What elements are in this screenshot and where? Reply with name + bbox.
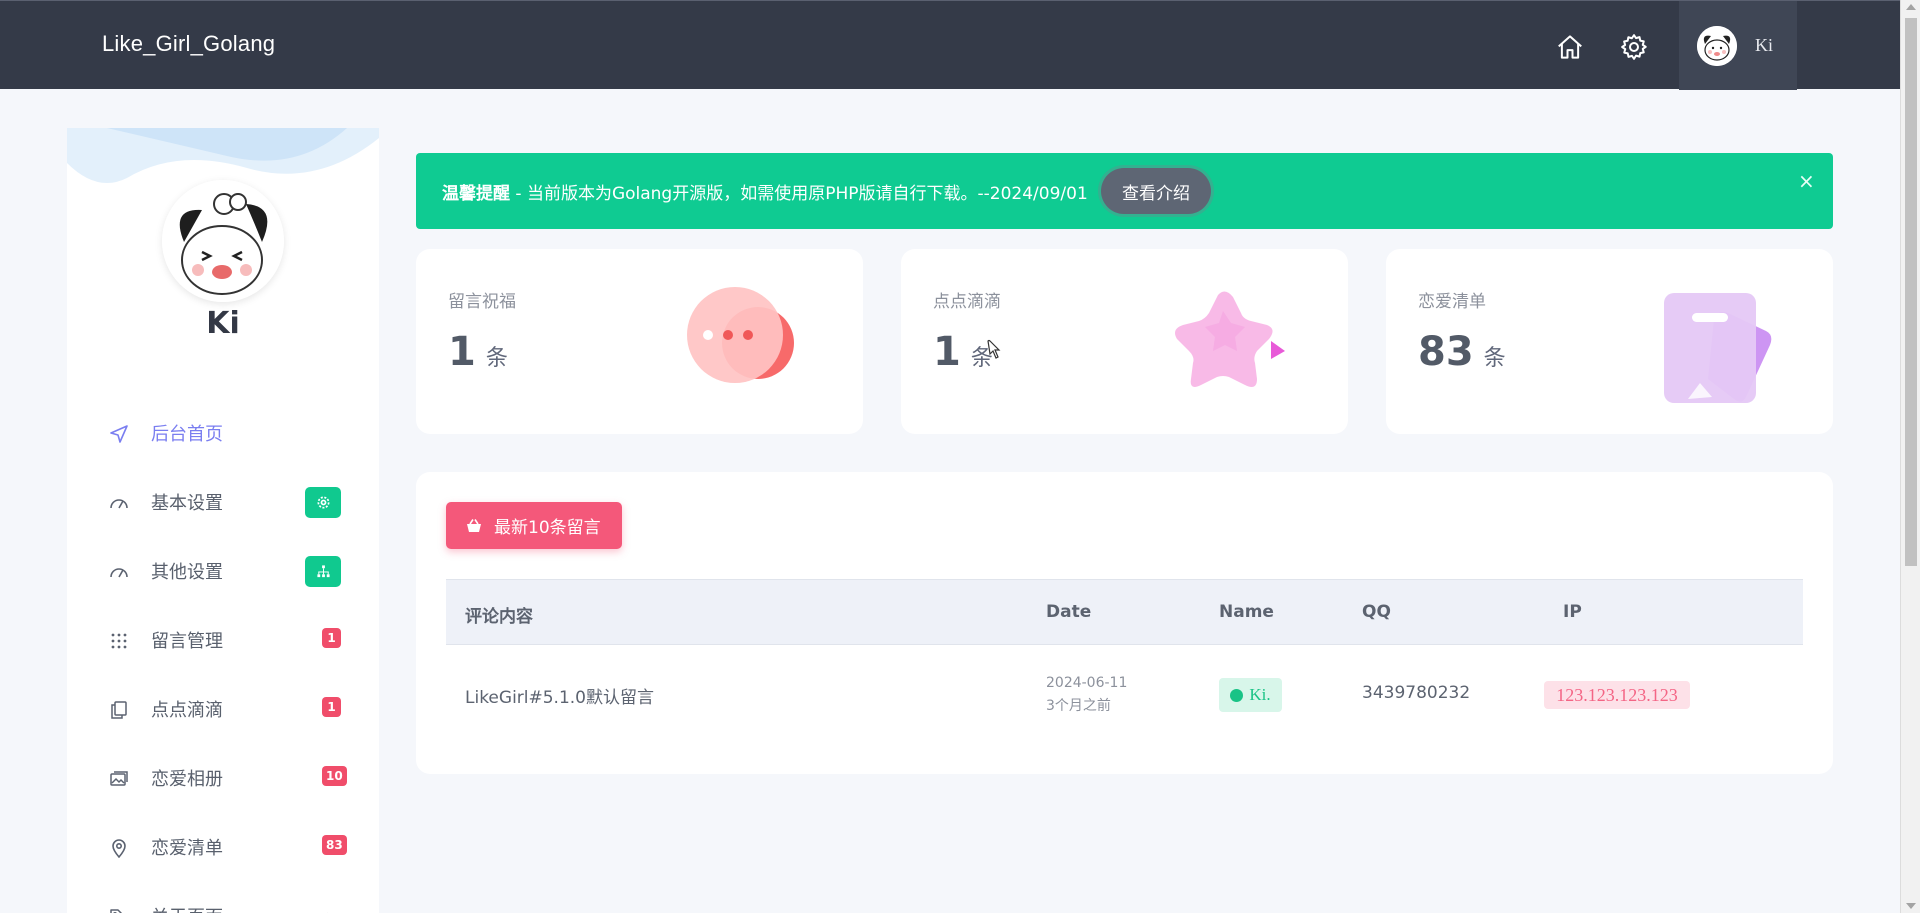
sidebar-item-messages[interactable]: 留言管理 1 bbox=[67, 607, 379, 676]
close-icon[interactable]: × bbox=[1798, 169, 1815, 193]
gauge-icon bbox=[109, 493, 129, 513]
user-menu[interactable]: Ki bbox=[1679, 1, 1797, 90]
tags-icon bbox=[109, 907, 129, 913]
gear-icon bbox=[305, 487, 341, 518]
count-badge: 1 bbox=[322, 628, 341, 648]
sidebar-item-dashboard[interactable]: 后台首页 bbox=[67, 400, 379, 469]
name-tag: Ki. bbox=[1219, 678, 1282, 712]
message-qq: 3439780232 bbox=[1362, 683, 1471, 703]
stat-card-moments: 点点滴滴 1条 bbox=[901, 249, 1348, 434]
notice-alert: 温馨提醒 - 当前版本为Golang开源版，如需使用原PHP版请自行下载。--2… bbox=[416, 153, 1833, 229]
message-ip: 123.123.123.123 bbox=[1544, 681, 1690, 709]
sidebar-item-love-list[interactable]: 恋爱清单 83 bbox=[67, 814, 379, 883]
gear-icon[interactable] bbox=[1618, 31, 1650, 63]
map-pin-icon bbox=[109, 838, 129, 859]
stat-card-love-list: 恋爱清单 83 条 bbox=[1386, 249, 1833, 434]
grid-icon bbox=[109, 631, 129, 651]
message-content: LikeGirl#5.1.0默认留言 bbox=[465, 688, 655, 708]
scroll-down-arrow[interactable] bbox=[1906, 903, 1916, 909]
brand-title[interactable]: Like_Girl_Golang bbox=[102, 31, 275, 57]
sidebar: Ki 后台首页 基本设置 其他设置 留言管理 1 点点滴滴 1 恋爱相册 10 … bbox=[67, 128, 379, 913]
avatar bbox=[1697, 25, 1737, 66]
stat-title: 点点滴滴 bbox=[933, 292, 1001, 312]
stat-card-messages: 留言祝福 1条 bbox=[416, 249, 863, 434]
tag-illustration bbox=[1648, 279, 1778, 409]
images-icon bbox=[109, 769, 129, 789]
stat-unit: 条 bbox=[1483, 346, 1506, 371]
stat-number: 1 bbox=[933, 329, 961, 375]
sidebar-item-label: 恋爱相册 bbox=[151, 769, 223, 790]
message-name: Ki. bbox=[1249, 685, 1271, 704]
user-name: Ki bbox=[1755, 35, 1773, 55]
latest-messages-panel: 最新10条留言 评论内容 Date Name QQ IP LikeGirl#5.… bbox=[416, 472, 1833, 774]
sidebar-item-label: 留言管理 bbox=[151, 631, 223, 652]
column-header: QQ bbox=[1362, 602, 1391, 622]
sidebar-item-label: 点点滴滴 bbox=[151, 700, 223, 721]
latest-messages-label: 最新10条留言 bbox=[494, 518, 601, 538]
sidebar-item-label: 关于页面 bbox=[151, 903, 223, 913]
sidebar-item-other-settings[interactable]: 其他设置 bbox=[67, 538, 379, 607]
column-header: 评论内容 bbox=[465, 607, 533, 627]
sidebar-item-moments[interactable]: 点点滴滴 1 bbox=[67, 676, 379, 745]
stat-number: 83 bbox=[1418, 329, 1474, 375]
column-header: Date bbox=[1046, 602, 1092, 622]
chat-bubble-illustration bbox=[678, 279, 808, 409]
top-navbar: Like_Girl_Golang Ki bbox=[0, 0, 1900, 90]
date-absolute: 2024-06-11 bbox=[1046, 675, 1128, 691]
mouse-pointer-icon bbox=[987, 339, 1001, 359]
alert-text: 温馨提醒 - 当前版本为Golang开源版，如需使用原PHP版请自行下载。--2… bbox=[442, 179, 1088, 204]
gauge-icon bbox=[109, 562, 129, 582]
stat-value: 1条 bbox=[933, 329, 993, 375]
sidebar-item-album[interactable]: 恋爱相册 10 bbox=[67, 745, 379, 814]
user-circle-icon bbox=[1230, 688, 1244, 702]
message-date: 2024-06-11 3个月之前 bbox=[1046, 672, 1127, 718]
date-relative: 3个月之前 bbox=[1046, 698, 1111, 714]
sidebar-item-label: 后台首页 bbox=[151, 424, 223, 445]
scroll-thumb[interactable] bbox=[1905, 18, 1917, 566]
star-illustration bbox=[1163, 279, 1293, 409]
send-icon bbox=[109, 424, 129, 444]
stat-value: 1条 bbox=[448, 329, 508, 375]
alert-strong: 温馨提醒 bbox=[442, 184, 510, 204]
sidebar-item-label: 其他设置 bbox=[151, 562, 223, 583]
sidebar-nav: 后台首页 基本设置 其他设置 留言管理 1 点点滴滴 1 恋爱相册 10 恋爱清… bbox=[67, 400, 379, 913]
column-header: Name bbox=[1219, 602, 1274, 622]
sidebar-item-label: 基本设置 bbox=[151, 493, 223, 514]
sitemap-icon bbox=[305, 556, 341, 587]
alert-message: - 当前版本为Golang开源版，如需使用原PHP版请自行下载。--2024/0… bbox=[510, 184, 1088, 204]
stat-number: 1 bbox=[448, 329, 476, 375]
stat-title: 留言祝福 bbox=[448, 292, 516, 312]
sidebar-item-about[interactable]: 关于页面 › bbox=[67, 883, 379, 913]
latest-messages-button[interactable]: 最新10条留言 bbox=[446, 502, 622, 549]
chevron-right-icon: › bbox=[326, 906, 332, 913]
scroll-up-arrow[interactable] bbox=[1906, 4, 1916, 10]
count-badge: 1 bbox=[322, 697, 341, 717]
count-badge: 83 bbox=[322, 835, 347, 855]
page-scrollbar[interactable] bbox=[1900, 0, 1920, 913]
count-badge: 10 bbox=[322, 766, 347, 786]
stat-title: 恋爱清单 bbox=[1418, 292, 1486, 312]
table-header: 评论内容 Date Name QQ IP bbox=[446, 579, 1803, 645]
sidebar-item-basic-settings[interactable]: 基本设置 bbox=[67, 469, 379, 538]
profile-name: Ki bbox=[206, 306, 240, 341]
stat-unit: 条 bbox=[485, 346, 508, 371]
stat-value: 83 条 bbox=[1418, 329, 1506, 375]
column-header: IP bbox=[1563, 602, 1582, 622]
copy-icon bbox=[109, 700, 129, 720]
home-icon[interactable] bbox=[1554, 31, 1586, 63]
table-row: LikeGirl#5.1.0默认留言 2024-06-11 3个月之前 Ki. … bbox=[446, 645, 1803, 743]
sidebar-item-label: 恋爱清单 bbox=[151, 838, 223, 859]
view-intro-button[interactable]: 查看介绍 bbox=[1101, 168, 1211, 214]
profile-avatar bbox=[162, 180, 284, 302]
basket-icon bbox=[467, 518, 481, 532]
